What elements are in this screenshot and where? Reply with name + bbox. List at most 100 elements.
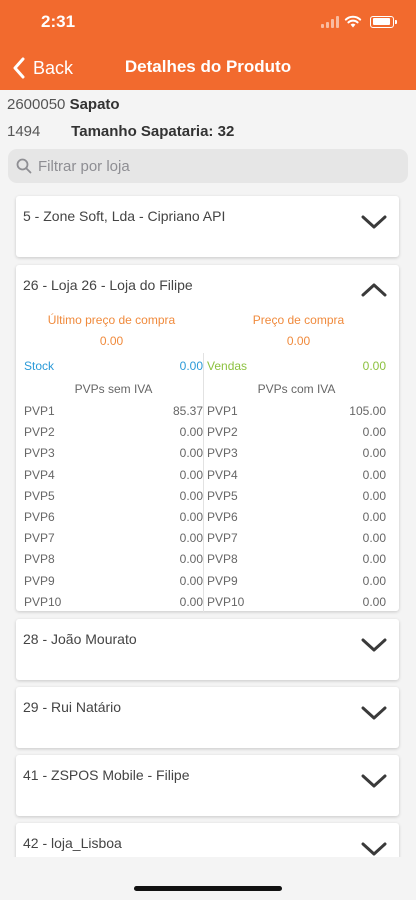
signal-icon: [321, 15, 339, 28]
pvp-label: PVP10: [207, 594, 245, 609]
home-indicator[interactable]: [134, 886, 282, 891]
chevron-down-icon[interactable]: [361, 705, 387, 721]
store-card-expanded[interactable]: 26 - Loja 26 - Loja do Filipe Último pre…: [16, 265, 399, 613]
product-code: 2600050: [7, 96, 66, 113]
pvp-value: 0.00: [179, 446, 203, 461]
pvp-value: 0.00: [362, 425, 386, 440]
pvp-sem-iva-row: PVP1 85.37: [24, 401, 203, 422]
pvp-label: PVP6: [24, 509, 55, 524]
store-card[interactable]: 5 - Zone Soft, Lda - Cipriano API: [16, 196, 399, 257]
chevron-down-icon[interactable]: [361, 214, 387, 230]
pvp-value: 0.00: [362, 488, 386, 503]
pvp-value: 0.00: [362, 446, 386, 461]
pvp-value: 0.00: [179, 467, 203, 482]
pvp-com-iva-row: PVP9 0.00: [207, 571, 386, 592]
size-line: 1494 Tamanho Sapataria: 32: [7, 123, 234, 140]
status-time: 2:31: [41, 12, 76, 31]
store-name: 41 - ZSPOS Mobile - Filipe: [23, 767, 190, 783]
pvp-label: PVP1: [24, 404, 55, 418]
size-label: Tamanho Sapataria: 32: [71, 123, 235, 140]
pvp-com-iva-row: PVP5 0.00: [207, 486, 386, 507]
pvp-com-iva-row: PVP6 0.00: [207, 507, 386, 528]
pvp-label: PVP6: [207, 509, 238, 524]
product-line: 2600050 Sapato: [7, 96, 120, 113]
pvp-label: PVP3: [24, 446, 55, 461]
battery-icon: [370, 15, 397, 28]
pvp-value: 0.00: [179, 531, 203, 546]
pvp-value: 0.00: [362, 552, 386, 567]
chevron-down-icon[interactable]: [361, 841, 387, 857]
pvp-label: PVP5: [24, 488, 55, 503]
pvp-com-iva-row: PVP4 0.00: [207, 465, 386, 486]
pvp-value: 0.00: [362, 573, 386, 588]
pvp-com-iva-row: PVP1 105.00: [207, 401, 386, 422]
pvp-label: PVP3: [207, 446, 238, 461]
ultimo-preco-value: 0.00: [99, 334, 124, 348]
pvp-com-iva-row: PVP7 0.00: [207, 528, 386, 549]
wifi-icon: [344, 15, 362, 28]
chevron-down-icon[interactable]: [361, 773, 387, 789]
pvp-com-iva-column: Vendas 0.00 PVPs com IVA PVP1 105.00 PVP2 0…: [207, 355, 386, 613]
pvp-sem-iva-title: PVPs sem IVA: [74, 382, 153, 396]
stock-value: 0.00: [179, 359, 203, 373]
vendas-value: 0.00: [362, 359, 386, 373]
column-divider: [203, 353, 204, 613]
search-icon: [16, 158, 32, 174]
pvp-value: 0.00: [179, 425, 203, 440]
chevron-up-icon[interactable]: [361, 282, 387, 298]
pvp-label: PVP2: [207, 425, 238, 440]
pvp-value: 0.00: [362, 467, 386, 482]
pvp-value: 0.00: [179, 488, 203, 503]
pvp-sem-iva-column: Stock 0.00 PVPs sem IVA PVP1 85.37 PVP2 0.0…: [24, 355, 203, 613]
pvp-label: PVP8: [24, 552, 55, 567]
pvp-value: 85.37: [172, 404, 203, 418]
pvp-value: 105.00: [349, 404, 386, 418]
chevron-down-icon[interactable]: [361, 637, 387, 653]
pvp-label: PVP4: [24, 467, 55, 482]
store-card[interactable]: 28 - João Mourato: [16, 619, 399, 680]
store-name: 5 - Zone Soft, Lda - Cipriano API: [23, 208, 226, 224]
pvp-sem-iva-row: PVP9 0.00: [24, 571, 203, 592]
safe-area-bottom: [0, 857, 416, 900]
pvp-sem-iva-row: PVP8 0.00: [24, 549, 203, 570]
pvp-label: PVP2: [24, 425, 55, 440]
pvp-sem-iva-row: PVP2 0.00: [24, 422, 203, 443]
pvp-label: PVP9: [207, 573, 238, 588]
pvp-value: 0.00: [179, 552, 203, 567]
vendas-label: Vendas: [207, 359, 248, 373]
store-name: 28 - João Mourato: [23, 631, 137, 647]
search-placeholder: Filtrar por loja: [38, 157, 130, 175]
pvp-value: 0.00: [179, 573, 203, 588]
pvp-label: PVP9: [24, 573, 55, 588]
preco-compra-value: 0.00: [286, 334, 311, 348]
pvp-com-iva-row: PVP10 0.00: [207, 592, 386, 613]
pvp-com-iva-row: PVP8 0.00: [207, 549, 386, 570]
store-name: 42 - loja_Lisboa: [23, 835, 122, 851]
pvp-sem-iva-row: PVP5 0.00: [24, 486, 203, 507]
pvp-label: PVP1: [207, 404, 238, 418]
pvp-value: 0.00: [362, 509, 386, 524]
preco-compra-label: Preço de compra: [252, 313, 345, 327]
pvp-sem-iva-row: PVP6 0.00: [24, 507, 203, 528]
pvp-com-iva-row: PVP3 0.00: [207, 443, 386, 464]
pvp-value: 0.00: [179, 594, 203, 609]
store-card[interactable]: 29 - Rui Natário: [16, 687, 399, 748]
store-card[interactable]: 41 - ZSPOS Mobile - Filipe: [16, 755, 399, 816]
pvp-label: PVP7: [24, 531, 55, 546]
pvp-sem-iva-row: PVP10 0.00: [24, 592, 203, 613]
size-code: 1494: [7, 123, 41, 140]
pvp-label: PVP4: [207, 467, 238, 482]
pvp-value: 0.00: [362, 531, 386, 546]
pvp-sem-iva-row: PVP4 0.00: [24, 465, 203, 486]
pvp-label: PVP7: [207, 531, 238, 546]
ultimo-preco-label: Último preço de compra: [47, 313, 176, 327]
pvp-label: PVP8: [207, 552, 238, 567]
search-input[interactable]: Filtrar por loja: [8, 149, 408, 183]
status-icons: [321, 15, 397, 28]
pvp-com-iva-row: PVP2 0.00: [207, 422, 386, 443]
pvp-label: PVP5: [207, 488, 238, 503]
pvp-sem-iva-row: PVP3 0.00: [24, 443, 203, 464]
product-name: Sapato: [69, 96, 120, 113]
pvp-sem-iva-row: PVP7 0.00: [24, 528, 203, 549]
pvp-value: 0.00: [179, 509, 203, 524]
